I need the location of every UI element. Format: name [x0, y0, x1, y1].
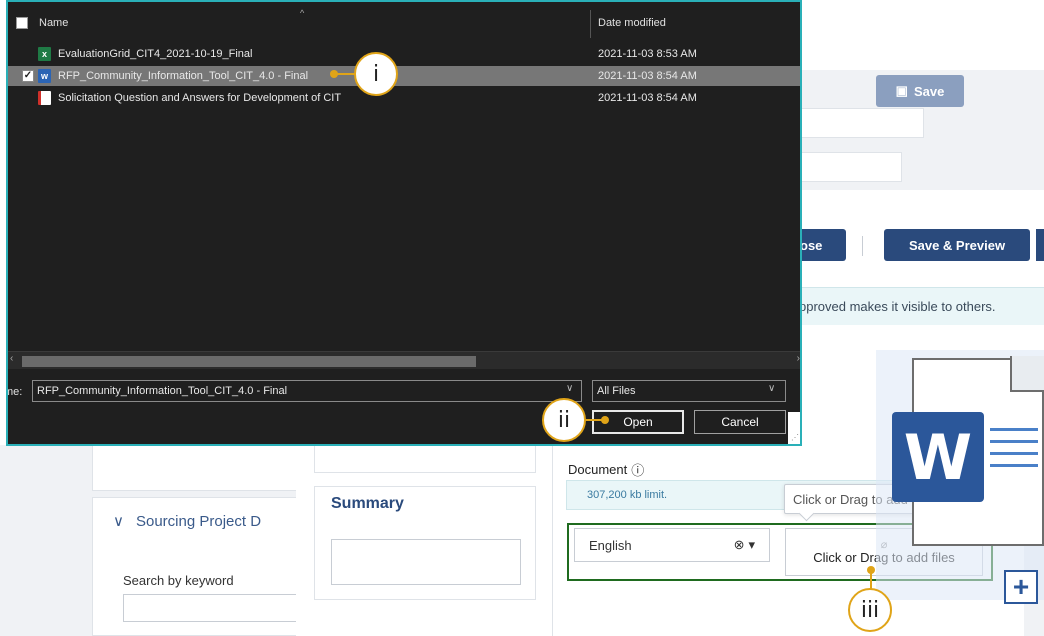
file-row[interactable]: x EvaluationGrid_CIT4_2021-10-19_Final 2…	[8, 44, 800, 64]
filetype-select[interactable]: All Files	[592, 380, 786, 402]
close-label: ose	[800, 237, 823, 253]
callout-label: i	[372, 61, 380, 87]
file-list-header: ^ Name Date modified	[8, 8, 800, 38]
callout-ii: ii	[542, 398, 586, 442]
document-label-text: Document	[568, 462, 628, 477]
word-icon: W	[892, 412, 984, 502]
save-button[interactable]: ▣ Save	[876, 75, 964, 107]
word-icon-letter: W	[903, 420, 973, 494]
sourcing-project-header[interactable]: ∨ Sourcing Project D	[113, 512, 262, 531]
left-card	[92, 445, 302, 491]
info-icon[interactable]: ⓘ	[631, 460, 644, 479]
document-label: Document ⓘ	[568, 460, 644, 479]
search-label: Search by keyword	[123, 573, 234, 588]
floppy-disk-icon: ▣	[895, 83, 908, 98]
file-name: Solicitation Question and Answers for De…	[58, 92, 342, 104]
chevron-down-icon: ∨	[113, 513, 124, 530]
callout-iii: iii	[848, 588, 892, 632]
chevron-down-icon[interactable]: ∨	[768, 383, 775, 394]
callout-i: i	[354, 52, 398, 96]
file-date: 2021-11-03 8:54 AM	[598, 70, 697, 82]
scroll-left-icon[interactable]: ‹	[10, 353, 13, 364]
language-select[interactable]: English ⊗ ▾	[574, 528, 770, 562]
file-name: RFP_Community_Information_Tool_CIT_4.0 -…	[58, 70, 309, 82]
middle-card	[314, 445, 536, 473]
sort-caret-icon: ^	[300, 8, 305, 18]
excel-file-icon: x	[38, 47, 51, 61]
row-checkbox[interactable]: ✓	[22, 70, 34, 82]
language-value: English	[589, 537, 632, 553]
sourcing-project-card: ∨ Sourcing Project D Search by keyword	[92, 497, 313, 636]
open-label: Open	[623, 415, 653, 429]
column-header-date[interactable]: Date modified	[598, 17, 666, 29]
column-divider[interactable]	[590, 10, 591, 38]
page-fold-icon	[1010, 356, 1044, 392]
size-limit-text: 307,200 kb limit.	[587, 489, 668, 501]
column-header-name[interactable]: Name	[39, 17, 68, 29]
file-open-dialog: ^ Name Date modified x EvaluationGrid_CI…	[6, 0, 802, 446]
cancel-button[interactable]: Cancel	[694, 410, 786, 434]
horizontal-scrollbar[interactable]: ‹ ›	[8, 351, 800, 369]
callout-line	[334, 73, 356, 75]
sourcing-heading: Sourcing Project D	[135, 512, 262, 530]
file-date: 2021-11-03 8:53 AM	[598, 48, 697, 60]
language-controls: ⊗ ▾	[734, 537, 755, 553]
filename-label: me:	[8, 386, 23, 398]
callout-label: ii	[557, 407, 571, 433]
cancel-label: Cancel	[721, 415, 759, 429]
resize-grip-icon[interactable]: ⋰	[791, 433, 799, 442]
top-strip	[802, 0, 1044, 8]
filetype-value: All Files	[597, 385, 636, 397]
summary-title: Summary	[331, 495, 404, 512]
info-text: pproved makes it visible to others.	[799, 299, 996, 314]
plus-symbol: +	[1012, 571, 1030, 602]
callout-dot	[601, 416, 609, 424]
callout-label: iii	[860, 597, 880, 623]
toolbar-divider	[862, 236, 863, 256]
filename-value: RFP_Community_Information_Tool_CIT_4.0 -…	[37, 385, 288, 397]
pdf-file-icon	[38, 91, 51, 105]
toolbar-button[interactable]	[1036, 229, 1044, 261]
filename-field[interactable]: RFP_Community_Information_Tool_CIT_4.0 -…	[32, 380, 582, 402]
file-date: 2021-11-03 8:54 AM	[598, 92, 697, 104]
summary-input[interactable]	[331, 539, 521, 585]
summary-card: Summary	[314, 486, 536, 600]
copy-plus-icon: +	[1004, 570, 1038, 604]
callout-line	[870, 570, 872, 590]
clear-icon[interactable]: ⊗	[734, 537, 745, 553]
scroll-right-icon[interactable]: ›	[797, 353, 800, 364]
form-field	[784, 108, 924, 138]
search-input[interactable]	[123, 594, 313, 622]
save-preview-button[interactable]: Save & Preview	[884, 229, 1030, 261]
text-lines-icon	[990, 428, 1038, 476]
file-name: EvaluationGrid_CIT4_2021-10-19_Final	[58, 48, 253, 60]
save-label: Save	[913, 83, 945, 99]
info-banner: pproved makes it visible to others.	[795, 287, 1044, 325]
file-row-selected[interactable]: ✓ w RFP_Community_Information_Tool_CIT_4…	[8, 66, 800, 86]
save-preview-label: Save & Preview	[908, 237, 1006, 253]
file-row[interactable]: Solicitation Question and Answers for De…	[8, 88, 800, 108]
word-file-icon: w	[38, 69, 51, 83]
select-all-checkbox[interactable]	[16, 17, 28, 29]
scrollbar-thumb[interactable]	[22, 356, 476, 367]
chevron-down-icon[interactable]: ▾	[748, 537, 755, 553]
chevron-down-icon[interactable]: ∨	[566, 383, 573, 394]
